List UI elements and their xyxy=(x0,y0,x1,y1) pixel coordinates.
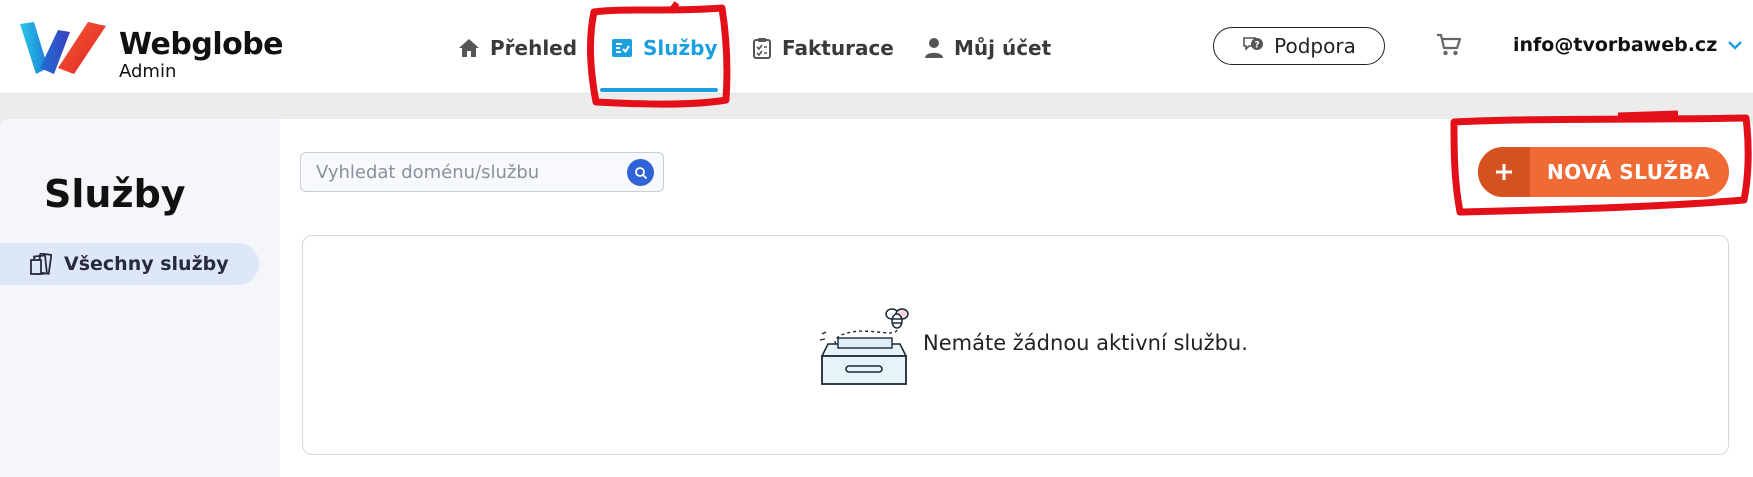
services-stack-icon xyxy=(30,253,52,275)
new-service-button[interactable]: NOVÁ SLUŽBA xyxy=(1478,147,1729,197)
sidebar-item-vsechny-sluzby[interactable]: Všechny služby xyxy=(0,243,259,285)
support-label: Podpora xyxy=(1274,34,1356,58)
search-icon[interactable] xyxy=(627,159,654,186)
user-icon xyxy=(925,38,943,58)
services-icon xyxy=(612,39,632,57)
account-menu[interactable]: info@tvorbaweb.cz xyxy=(1513,34,1743,56)
nav-item-prehled[interactable]: Přehled xyxy=(458,34,577,62)
nav-item-sluzby[interactable]: Služby xyxy=(611,34,718,62)
nav-item-fakturace[interactable]: Fakturace xyxy=(752,34,894,62)
empty-state-message: Nemáte žádnou aktivní službu. xyxy=(923,331,1248,355)
chevron-down-icon xyxy=(1728,41,1743,50)
clipboard-icon xyxy=(753,38,771,59)
search-box xyxy=(300,152,664,192)
home-icon xyxy=(459,39,479,57)
nav-item-label: Fakturace xyxy=(782,36,894,60)
nav-item-muj-ucet[interactable]: Můj účet xyxy=(924,34,1051,62)
sidebar-item-label: Všechny služby xyxy=(64,253,229,275)
new-service-label: NOVÁ SLUŽBA xyxy=(1547,160,1711,184)
support-button[interactable]: ? Podpora xyxy=(1213,27,1385,65)
support-chat-icon: ? xyxy=(1243,37,1264,51)
empty-state-card: Nemáte žádnou aktivní službu. xyxy=(302,235,1729,455)
cart-icon[interactable] xyxy=(1436,33,1462,57)
account-email: info@tvorbaweb.cz xyxy=(1513,34,1718,56)
nav-item-label: Přehled xyxy=(490,36,578,60)
page-title: Služby xyxy=(44,172,186,216)
nav-item-label: Služby xyxy=(643,36,718,60)
empty-drawer-bee-icon xyxy=(819,308,909,385)
nav-item-label: Můj účet xyxy=(954,36,1052,60)
brand-name: Webglobe xyxy=(119,27,284,62)
brand-subtitle: Admin xyxy=(119,61,177,82)
active-tab-indicator xyxy=(600,88,718,92)
svg-text:?: ? xyxy=(1255,41,1260,51)
plus-icon xyxy=(1478,147,1530,197)
webglobe-logo-icon[interactable] xyxy=(18,18,110,76)
search-input[interactable] xyxy=(316,161,616,183)
